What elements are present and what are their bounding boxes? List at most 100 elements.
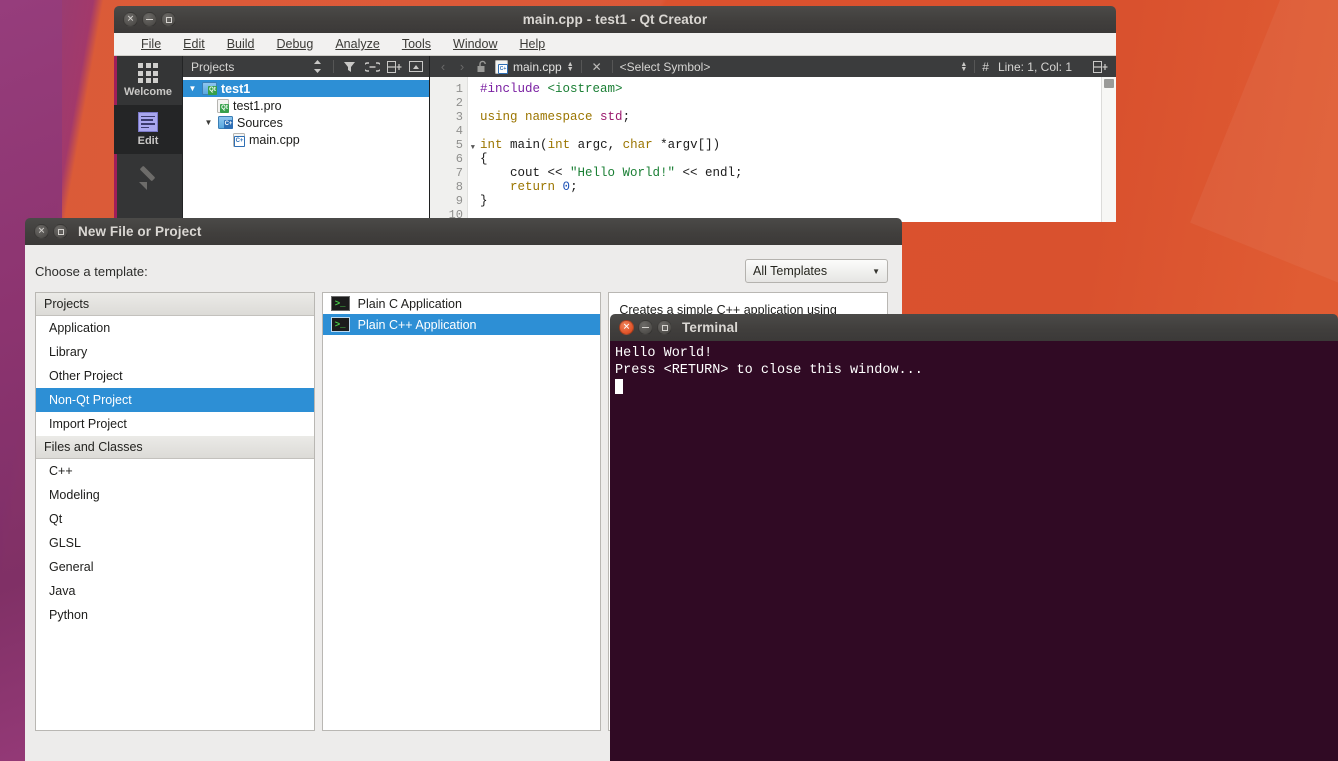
code-content[interactable]: #include <iostream> using namespace std;… — [468, 77, 1101, 222]
category-item-import-project[interactable]: Import Project — [36, 412, 314, 436]
category-item-application[interactable]: Application — [36, 316, 314, 340]
divider — [974, 60, 976, 73]
scrollbar-thumb[interactable] — [1104, 79, 1114, 88]
forward-icon[interactable]: › — [455, 59, 469, 74]
tree-item-test1[interactable]: ▼ Qt test1 — [183, 80, 429, 97]
menu-debug[interactable]: Debug — [266, 35, 325, 53]
tree-item-main-cpp[interactable]: C+ main.cpp — [183, 131, 429, 148]
tree-item-label: Sources — [237, 115, 283, 130]
code-editor[interactable]: 1 2 3 4 5 ▼ 6 7 8 9 10 #include <iostream… — [430, 77, 1116, 222]
line-number: 4 — [455, 124, 463, 138]
line-number: 2 — [455, 96, 463, 110]
menu-file[interactable]: File — [130, 35, 172, 53]
maximize-button[interactable] — [657, 320, 672, 335]
category-item-glsl[interactable]: GLSL — [36, 531, 314, 555]
category-item-modeling[interactable]: Modeling — [36, 483, 314, 507]
back-icon[interactable]: ‹ — [436, 59, 450, 74]
category-item-qt[interactable]: Qt — [36, 507, 314, 531]
editor-filename[interactable]: main.cpp — [513, 60, 562, 74]
tree-item-label: test1.pro — [233, 98, 282, 113]
template-list[interactable]: >_ Plain C Application >_ Plain C++ Appl… — [321, 292, 602, 731]
sidebar-title: Projects — [191, 59, 235, 74]
close-button[interactable]: ✕ — [619, 320, 634, 335]
terminal-line: Press <RETURN> to close this window... — [615, 363, 923, 378]
menu-window[interactable]: Window — [442, 35, 508, 53]
template-item-plain-c-application[interactable]: >_ Plain C Application — [323, 293, 601, 314]
close-button[interactable]: ✕ — [34, 224, 49, 239]
collapse-icon[interactable] — [408, 60, 424, 74]
qt-creator-window[interactable]: ✕ main.cpp - test1 - Qt Creator File Edi… — [114, 6, 1116, 222]
close-document-icon[interactable]: ✕ — [589, 60, 605, 74]
line-number: 8 — [455, 180, 463, 194]
category-item-java[interactable]: Java — [36, 579, 314, 603]
symbol-dropdown-icon[interactable]: ▲ ▼ — [960, 61, 967, 73]
mode-selector[interactable]: Welcome Edit — [114, 56, 183, 222]
terminal-window[interactable]: ✕ Terminal Hello World! Press <RETURN> t… — [610, 314, 1338, 761]
mode-welcome[interactable]: Welcome — [114, 56, 182, 105]
tree-item-label: main.cpp — [249, 132, 300, 147]
minimize-button[interactable] — [638, 320, 653, 335]
chevron-down-icon[interactable]: ▼ — [187, 84, 198, 93]
unlock-icon[interactable] — [474, 60, 490, 74]
menu-tools[interactable]: Tools — [391, 35, 442, 53]
template-filter-select[interactable]: All Templates ▼ — [745, 259, 888, 283]
split-icon[interactable] — [386, 60, 402, 74]
menu-bar[interactable]: File Edit Build Debug Analyze Tools Wind… — [114, 33, 1116, 56]
category-item-general[interactable]: General — [36, 555, 314, 579]
line-number: 7 — [455, 166, 463, 180]
qt-creator-titlebar[interactable]: ✕ main.cpp - test1 - Qt Creator — [114, 6, 1116, 33]
sidebar-header[interactable]: Projects — [183, 56, 429, 77]
menu-help[interactable]: Help — [508, 35, 556, 53]
qt-file-icon: Qt — [217, 98, 229, 113]
category-group-files-and-classes: Files and Classes — [36, 436, 314, 459]
terminal-titlebar[interactable]: ✕ Terminal — [610, 314, 1338, 341]
split-editor-icon[interactable] — [1092, 60, 1108, 74]
dialog-titlebar[interactable]: ✕ New File or Project — [25, 218, 902, 245]
project-tree[interactable]: ▼ Qt test1 Qt test1.pro ▼ C+ Sources C+ … — [183, 77, 429, 222]
editor-area: ‹ › C+ main.cpp ▲ ▼ ✕ <Select Symbol> ▲ ▼ … — [430, 56, 1116, 222]
link-icon[interactable] — [364, 60, 380, 74]
chevron-down-icon: ▼ — [872, 266, 880, 276]
window-controls[interactable]: ✕ — [619, 320, 672, 335]
line-column-indicator[interactable]: Line: 1, Col: 1 — [998, 60, 1072, 74]
menu-analyze[interactable]: Analyze — [324, 35, 390, 53]
category-item-library[interactable]: Library — [36, 340, 314, 364]
template-item-plain-cpp-application[interactable]: >_ Plain C++ Application — [322, 314, 601, 335]
sort-icon[interactable] — [309, 60, 325, 74]
cpp-folder-icon: C+ — [218, 116, 233, 129]
file-dropdown-icon[interactable]: ▲ ▼ — [567, 61, 574, 73]
tree-item-sources[interactable]: ▼ C+ Sources — [183, 114, 429, 131]
editor-scrollbar[interactable] — [1101, 77, 1116, 222]
terminal-icon: >_ — [330, 296, 350, 311]
tree-item-test1-pro[interactable]: Qt test1.pro — [183, 97, 429, 114]
maximize-button[interactable] — [53, 224, 68, 239]
window-controls[interactable]: ✕ — [34, 224, 68, 239]
editor-toolbar[interactable]: ‹ › C+ main.cpp ▲ ▼ ✕ <Select Symbol> ▲ ▼ … — [430, 56, 1116, 77]
fold-icon[interactable]: ▼ — [471, 141, 475, 155]
category-item-cpp[interactable]: C++ — [36, 459, 314, 483]
line-number: 3 — [455, 110, 463, 124]
qt-creator-body: Welcome Edit Projects ▼ Qt test1 Qt test… — [114, 56, 1116, 222]
divider — [333, 60, 334, 73]
category-list[interactable]: Projects Application Library Other Proje… — [35, 292, 315, 731]
terminal-icon: >_ — [330, 317, 350, 332]
category-group-projects: Projects — [36, 293, 314, 316]
line-number: 1 — [455, 82, 463, 96]
cpp-file-icon: C+ — [233, 132, 245, 147]
menu-edit[interactable]: Edit — [172, 35, 216, 53]
terminal-title: Terminal — [682, 320, 739, 335]
tree-item-label: test1 — [221, 81, 251, 96]
category-item-other-project[interactable]: Other Project — [36, 364, 314, 388]
filter-icon[interactable] — [342, 60, 358, 74]
mode-design[interactable] — [114, 154, 182, 203]
terminal-output[interactable]: Hello World! Press <RETURN> to close thi… — [610, 341, 1338, 761]
choose-template-label: Choose a template: — [35, 263, 148, 279]
category-item-non-qt-project[interactable]: Non-Qt Project — [36, 388, 314, 412]
menu-build[interactable]: Build — [216, 35, 266, 53]
mode-edit[interactable]: Edit — [114, 105, 182, 154]
symbol-selector[interactable]: <Select Symbol> — [620, 60, 711, 74]
category-item-python[interactable]: Python — [36, 603, 314, 627]
dialog-top-row: Choose a template: All Templates ▼ — [35, 259, 888, 283]
chevron-down-icon[interactable]: ▼ — [203, 118, 214, 127]
line-column-icon: # — [982, 59, 989, 74]
